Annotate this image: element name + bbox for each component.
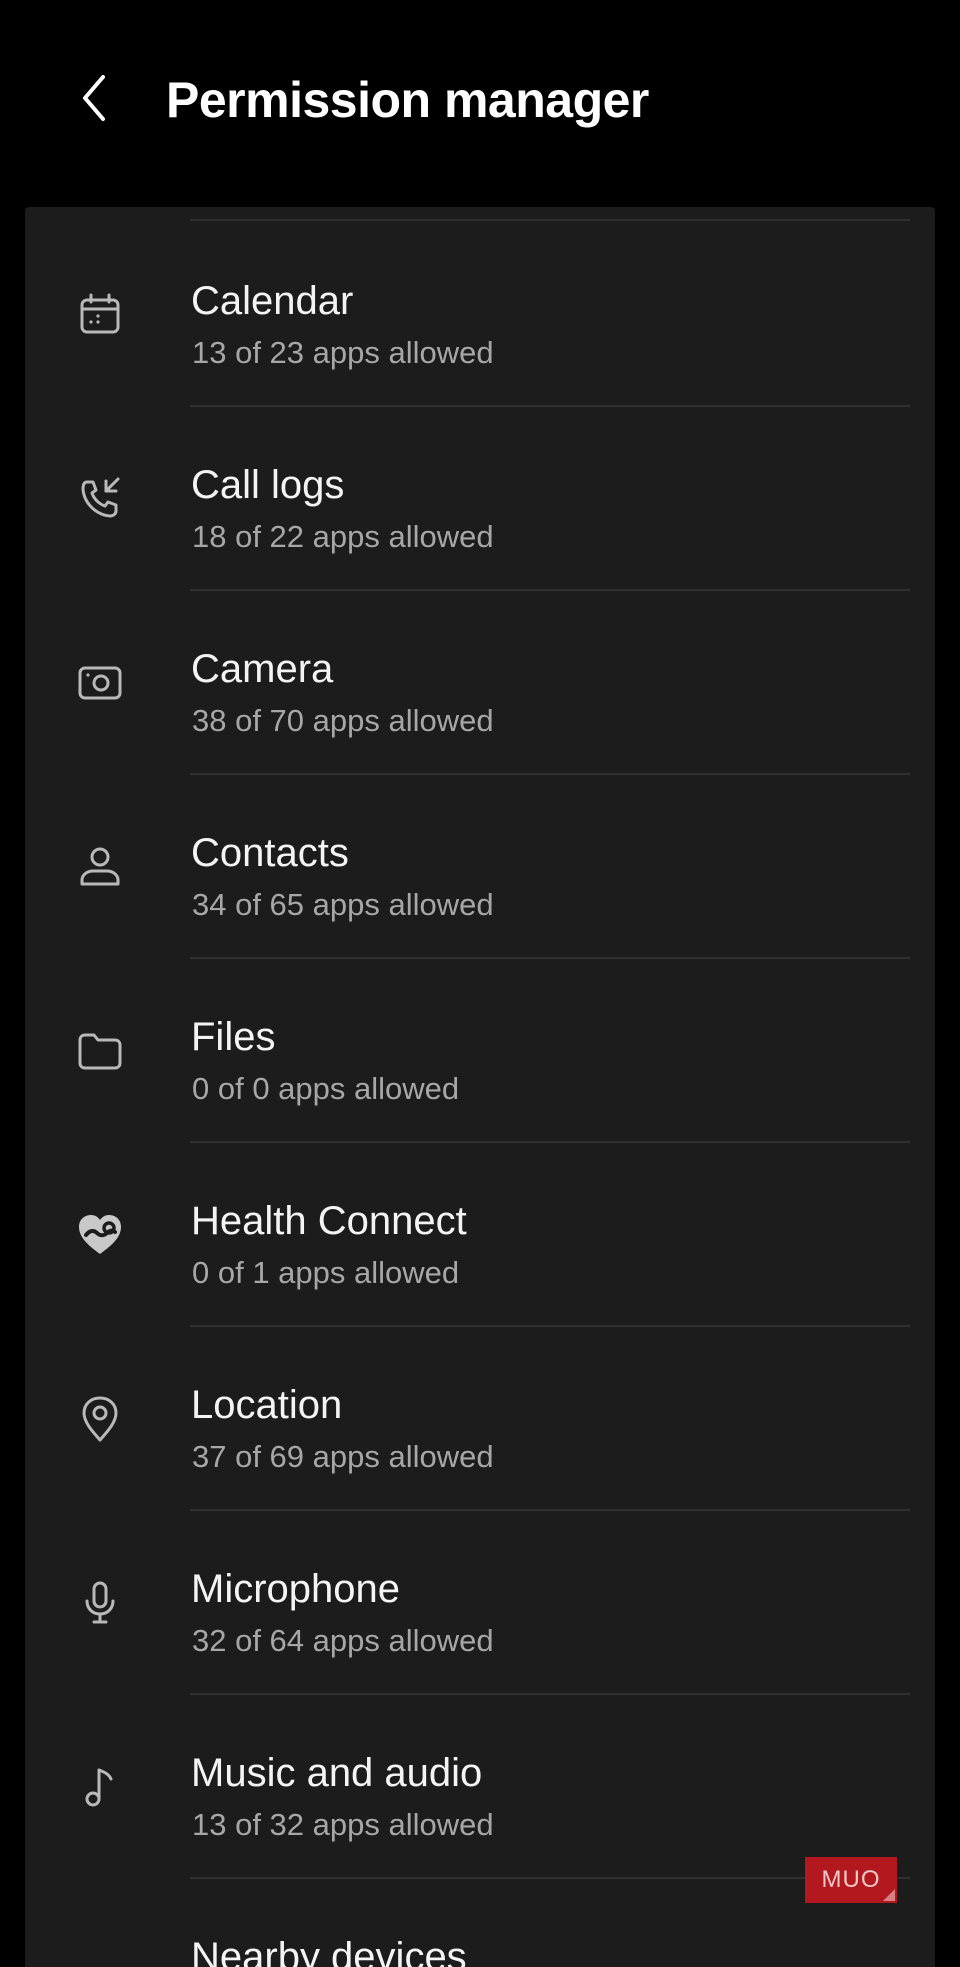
permission-status: 18 of 22 apps allowed: [192, 519, 494, 554]
permission-item-nearby-devices[interactable]: Nearby devices: [25, 1879, 935, 1967]
permission-status: 13 of 23 apps allowed: [192, 335, 494, 370]
music-note-icon: [73, 1760, 127, 1814]
microphone-icon: [73, 1576, 127, 1630]
permission-status: 37 of 69 apps allowed: [192, 1439, 494, 1474]
divider: [190, 219, 910, 221]
permission-label: Contacts: [191, 831, 349, 875]
permission-label: Location: [191, 1383, 343, 1427]
permission-status: 0 of 1 apps allowed: [192, 1255, 460, 1290]
contact-person-icon: [73, 840, 127, 894]
permission-label: Call logs: [191, 463, 345, 507]
permission-status: 0 of 0 apps allowed: [192, 1071, 460, 1106]
permission-list: Calendar 13 of 23 apps allowed Call logs…: [25, 207, 935, 1967]
permission-item-music-and-audio[interactable]: Music and audio 13 of 32 apps allowed: [25, 1695, 935, 1879]
permission-item-files[interactable]: Files 0 of 0 apps allowed: [25, 959, 935, 1143]
permission-item-health-connect[interactable]: Health Connect 0 of 1 apps allowed: [25, 1143, 935, 1327]
permission-status: 32 of 64 apps allowed: [192, 1623, 494, 1658]
permission-item-calendar[interactable]: Calendar 13 of 23 apps allowed: [25, 223, 935, 407]
permission-status: 13 of 32 apps allowed: [192, 1807, 494, 1842]
permission-label: Music and audio: [191, 1751, 483, 1795]
camera-icon: [73, 656, 127, 710]
folder-icon: [73, 1024, 127, 1078]
call-log-icon: [73, 472, 127, 526]
permission-item-location[interactable]: Location 37 of 69 apps allowed: [25, 1327, 935, 1511]
muo-watermark-logo: MUO: [805, 1857, 897, 1903]
permission-status: 38 of 70 apps allowed: [192, 703, 494, 738]
app-bar: Permission manager: [0, 0, 960, 207]
calendar-icon: [73, 288, 127, 342]
permission-label: Nearby devices: [191, 1935, 467, 1967]
permission-label: Camera: [191, 647, 334, 691]
page-title: Permission manager: [166, 72, 649, 128]
health-connect-icon: [73, 1208, 127, 1262]
permission-label: Calendar: [191, 279, 354, 323]
permission-item-microphone[interactable]: Microphone 32 of 64 apps allowed: [25, 1511, 935, 1695]
permission-item-contacts[interactable]: Contacts 34 of 65 apps allowed: [25, 775, 935, 959]
location-pin-icon: [73, 1392, 127, 1446]
back-button[interactable]: [60, 62, 128, 138]
chevron-left-icon: [77, 71, 111, 130]
permission-item-camera[interactable]: Camera 38 of 70 apps allowed: [25, 591, 935, 775]
permission-status: 34 of 65 apps allowed: [192, 887, 494, 922]
permission-label: Files: [191, 1015, 276, 1059]
permission-label: Microphone: [191, 1567, 401, 1611]
permission-item-call-logs[interactable]: Call logs 18 of 22 apps allowed: [25, 407, 935, 591]
permission-label: Health Connect: [191, 1199, 467, 1243]
nearby-devices-icon: [73, 1961, 127, 1967]
